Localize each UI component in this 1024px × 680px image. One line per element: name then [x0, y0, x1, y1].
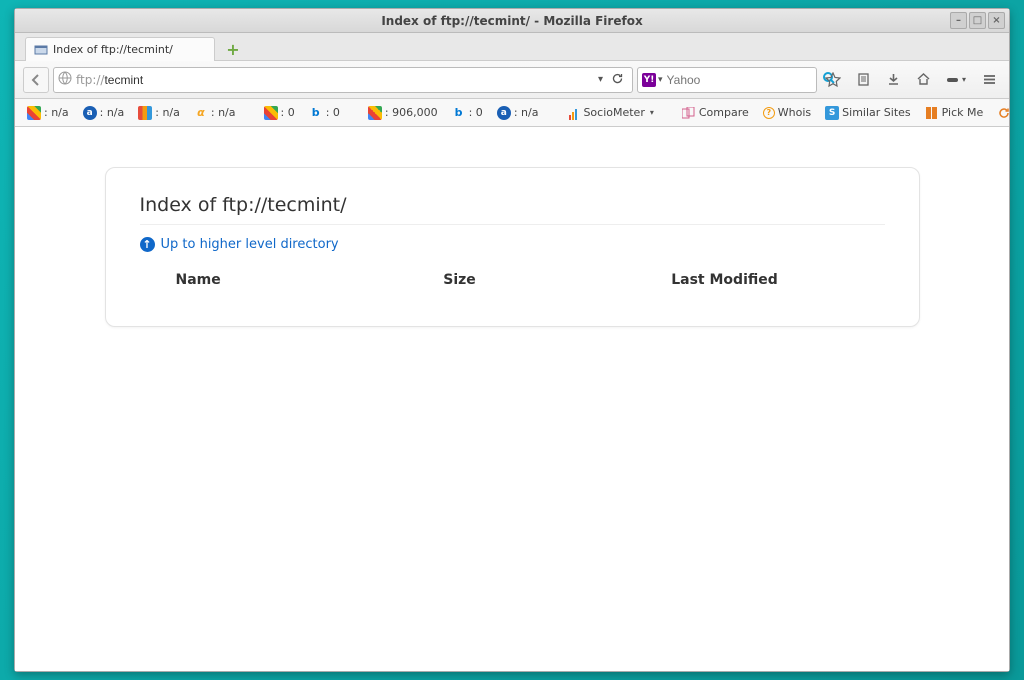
search-box[interactable]: Y! ▾	[637, 67, 817, 93]
up-directory-link[interactable]: ↑ Up to higher level directory	[140, 237, 885, 252]
page-content: Index of ftp://tecmint/ ↑ Up to higher l…	[15, 127, 1009, 671]
reading-list-button[interactable]	[851, 68, 875, 92]
compare-icon	[682, 106, 696, 120]
bookmarks-toolbar: : n/a a: n/a : n/a α: n/a : 0 b: 0 : 906…	[15, 99, 1009, 127]
tab-favicon-icon	[34, 43, 48, 57]
bars-icon	[566, 106, 580, 120]
window-title: Index of ftp://tecmint/ - Mozilla Firefo…	[381, 14, 642, 28]
column-modified: Last Modified	[565, 272, 885, 288]
bm-bing-index[interactable]: b: 0	[448, 104, 487, 122]
whois-icon: ?	[763, 107, 775, 119]
yahoo-icon: Y!	[642, 73, 656, 87]
bm-compare[interactable]: Compare	[678, 104, 753, 122]
bm-reload[interactable]: Reloa	[993, 104, 1009, 122]
downloads-button[interactable]	[881, 68, 905, 92]
close-button[interactable]: ×	[988, 12, 1005, 29]
new-tab-button[interactable]: +	[221, 38, 245, 60]
nav-toolbar: ftp:// ▾ Y! ▾	[15, 61, 1009, 99]
google-icon	[264, 106, 278, 120]
bm-alpha-rank[interactable]: α: n/a	[190, 104, 240, 122]
up-arrow-icon: ↑	[140, 237, 155, 252]
search-input[interactable]	[667, 73, 822, 87]
directory-listing-panel: Index of ftp://tecmint/ ↑ Up to higher l…	[105, 167, 920, 327]
minimize-button[interactable]: –	[950, 12, 967, 29]
bm-bing-links[interactable]: b: 0	[305, 104, 344, 122]
tab-active[interactable]: Index of ftp://tecmint/	[25, 37, 215, 61]
bm-multi-rank[interactable]: : n/a	[134, 104, 184, 122]
column-headers: Name Size Last Modified	[140, 268, 885, 292]
similar-icon: S	[825, 106, 839, 120]
toolbar-icons: ▾	[821, 68, 1001, 92]
bm-sociometer[interactable]: SocioMeter▾	[562, 104, 657, 122]
bm-similar-sites[interactable]: SSimilar Sites	[821, 104, 914, 122]
page-heading: Index of ftp://tecmint/	[140, 194, 885, 225]
bm-pick-me[interactable]: Pick Me	[921, 104, 988, 122]
bing-icon: b	[452, 106, 466, 120]
site-identity-icon[interactable]	[58, 71, 72, 89]
bm-google-links[interactable]: : 0	[260, 104, 299, 122]
pick-icon	[925, 106, 939, 120]
alexa-icon: a	[83, 106, 97, 120]
google-icon	[368, 106, 382, 120]
bm-google-index[interactable]: : 906,000	[364, 104, 442, 122]
url-history-dropdown[interactable]: ▾	[594, 74, 607, 85]
url-scheme: ftp://	[76, 73, 104, 87]
maximize-button[interactable]: □	[969, 12, 986, 29]
reload-button[interactable]	[607, 72, 628, 88]
chevron-down-icon: ▾	[650, 108, 654, 117]
menu-button[interactable]	[977, 68, 1001, 92]
alexa-icon: a	[497, 106, 511, 120]
bm-alexa-index[interactable]: a: n/a	[493, 104, 543, 122]
bookmark-star-button[interactable]	[821, 68, 845, 92]
addon-toolbar-button[interactable]: ▾	[941, 68, 971, 92]
reload-icon	[997, 106, 1009, 120]
window-titlebar: Index of ftp://tecmint/ - Mozilla Firefo…	[15, 9, 1009, 33]
google-icon	[27, 106, 41, 120]
column-size: Size	[355, 272, 565, 288]
tab-title: Index of ftp://tecmint/	[53, 43, 173, 56]
tab-strip: Index of ftp://tecmint/ +	[15, 33, 1009, 61]
bm-alexa-rank[interactable]: a: n/a	[79, 104, 129, 122]
url-bar[interactable]: ftp:// ▾	[53, 67, 633, 93]
alpha-icon: α	[194, 106, 208, 120]
firefox-window: Index of ftp://tecmint/ - Mozilla Firefo…	[14, 8, 1010, 672]
bm-whois[interactable]: ?Whois	[759, 104, 815, 121]
up-directory-label: Up to higher level directory	[161, 237, 339, 252]
url-input[interactable]	[104, 73, 594, 87]
window-controls: – □ ×	[950, 12, 1005, 29]
multi-icon	[138, 106, 152, 120]
home-button[interactable]	[911, 68, 935, 92]
back-button[interactable]	[23, 67, 49, 93]
bing-icon: b	[309, 106, 323, 120]
column-name: Name	[140, 272, 355, 288]
search-provider-dropdown[interactable]: Y! ▾	[642, 73, 667, 87]
bm-google-rank[interactable]: : n/a	[23, 104, 73, 122]
